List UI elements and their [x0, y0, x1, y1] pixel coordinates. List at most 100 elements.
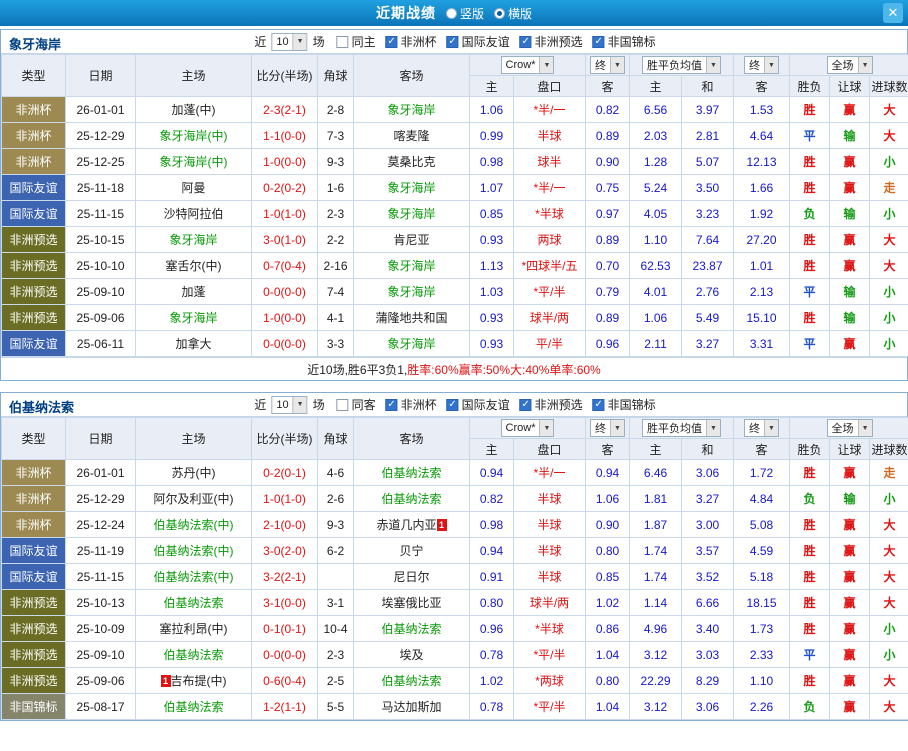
team-name[interactable]: 象牙海岸: [169, 233, 217, 247]
avg-win: 1.87: [629, 511, 683, 538]
result-wdl: 平: [789, 330, 831, 357]
team-name[interactable]: 蒲隆地共和国: [375, 311, 447, 325]
result-wdl: 胜: [789, 667, 831, 694]
match-date: 25-12-29: [65, 485, 136, 512]
match-count-select[interactable]: 10 ▼: [271, 32, 308, 51]
result-goals: 大: [869, 226, 908, 253]
team-name[interactable]: 赤道几内亚: [376, 518, 436, 532]
wdl-avg-select[interactable]: 胜平负均值 ▼: [642, 419, 722, 437]
competition-type: 国际友谊: [1, 563, 66, 590]
away-team-cell: 伯基纳法索: [353, 615, 470, 642]
competition-filter-3[interactable]: ✓ 非国锦标: [592, 33, 656, 50]
result-wdl: 平: [789, 278, 831, 305]
competition-filter-2[interactable]: ✓ 非洲预选: [519, 33, 583, 50]
team-name[interactable]: 尼日尔: [393, 570, 429, 584]
checkbox-icon[interactable]: ✓: [446, 398, 459, 411]
checkbox-icon[interactable]: ✓: [519, 35, 532, 48]
team-name[interactable]: 埃塞俄比亚: [381, 596, 441, 610]
competition-filter-1[interactable]: ✓ 国际友谊: [446, 33, 510, 50]
team-name[interactable]: 象牙海岸(中): [160, 129, 228, 143]
same-venue-filter[interactable]: 同主: [336, 33, 376, 50]
team-name[interactable]: 伯基纳法索(中): [154, 570, 234, 584]
team-name[interactable]: 阿曼: [181, 181, 205, 195]
layout-option-vertical[interactable]: 竖版: [445, 5, 484, 22]
radio-icon[interactable]: [494, 7, 505, 19]
team-name[interactable]: 马达加斯加: [381, 700, 441, 714]
team-name[interactable]: 加拿大: [175, 337, 211, 351]
checkbox-icon[interactable]: [336, 35, 349, 48]
avg-win: 1.28: [629, 148, 683, 175]
avg-lose: 2.26: [733, 693, 791, 720]
team-name[interactable]: 象牙海岸: [387, 337, 435, 351]
team-name[interactable]: 象牙海岸: [387, 207, 435, 221]
scope-select[interactable]: 全场 ▼: [826, 56, 873, 74]
team-name[interactable]: 肯尼亚: [393, 233, 429, 247]
match-date: 25-11-15: [65, 563, 136, 590]
odds-source-select[interactable]: Crow* ▼: [500, 419, 555, 437]
team-name[interactable]: 伯基纳法索: [381, 622, 441, 636]
team-name[interactable]: 塞舌尔(中): [166, 259, 222, 273]
avg-draw: 3.97: [681, 96, 735, 123]
checkbox-icon[interactable]: ✓: [519, 398, 532, 411]
subcol-0: 主: [469, 75, 514, 97]
team-name[interactable]: 象牙海岸: [387, 103, 435, 117]
dropdown-icon: ▼: [610, 57, 625, 73]
wdl-avg-select[interactable]: 胜平负均值 ▼: [642, 56, 722, 74]
team-name[interactable]: 莫桑比克: [387, 155, 435, 169]
competition-filter-0[interactable]: ✓ 非洲杯: [385, 33, 437, 50]
checkbox-icon[interactable]: ✓: [385, 35, 398, 48]
checkbox-icon[interactable]: ✓: [385, 398, 398, 411]
team-name[interactable]: 伯基纳法索: [381, 674, 441, 688]
competition-filter-1[interactable]: ✓ 国际友谊: [446, 396, 510, 413]
wdl-stage-select[interactable]: 终 ▼: [744, 419, 780, 437]
team-name[interactable]: 喀麦隆: [393, 129, 429, 143]
home-team-cell: 伯基纳法索(中): [135, 511, 252, 538]
team-name[interactable]: 象牙海岸: [169, 311, 217, 325]
checkbox-icon[interactable]: ✓: [592, 398, 605, 411]
team-name[interactable]: 埃及: [399, 648, 423, 662]
team-name[interactable]: 象牙海岸(中): [160, 155, 228, 169]
scope-select[interactable]: 全场 ▼: [826, 419, 873, 437]
team-name[interactable]: 伯基纳法索: [163, 648, 223, 662]
team-name[interactable]: 加蓬: [181, 285, 205, 299]
competition-filter-3[interactable]: ✓ 非国锦标: [592, 396, 656, 413]
result-goals: 大: [869, 537, 908, 564]
match-count-select-value: 10: [276, 35, 289, 48]
match-count-select[interactable]: 10 ▼: [271, 395, 308, 414]
checkbox-icon[interactable]: [336, 398, 349, 411]
team-name[interactable]: 伯基纳法索: [163, 596, 223, 610]
competition-filter-2[interactable]: ✓ 非洲预选: [519, 396, 583, 413]
team-name[interactable]: 苏丹(中): [172, 466, 216, 480]
team-name[interactable]: 象牙海岸: [387, 181, 435, 195]
odds-stage-select[interactable]: 终 ▼: [590, 419, 626, 437]
avg-draw: 8.29: [681, 667, 735, 694]
team-name[interactable]: 伯基纳法索(中): [154, 544, 234, 558]
radio-icon[interactable]: [445, 7, 457, 19]
team-name[interactable]: 伯基纳法索(中): [154, 518, 234, 532]
team-name[interactable]: 象牙海岸: [387, 259, 435, 273]
competition-filter-0[interactable]: ✓ 非洲杯: [385, 396, 437, 413]
match-row: 非洲杯 26-01-01 加蓬(中) 2-3(2-1) 2-8 象牙海岸 1.06 *半/一 0…: [1, 96, 908, 123]
team-name[interactable]: 加蓬(中): [172, 103, 216, 117]
wdl-stage-select[interactable]: 终 ▼: [744, 56, 780, 74]
home-odds: 0.94: [469, 537, 514, 564]
checkbox-icon[interactable]: ✓: [592, 35, 605, 48]
team-name[interactable]: 沙特阿拉伯: [163, 207, 223, 221]
avg-draw: 3.40: [681, 615, 735, 642]
team-name[interactable]: 吉布提(中): [171, 674, 227, 688]
away-odds: 1.02: [585, 589, 631, 616]
team-name[interactable]: 贝宁: [399, 544, 423, 558]
team-name[interactable]: 象牙海岸: [387, 285, 435, 299]
team-name[interactable]: 伯基纳法索: [163, 700, 223, 714]
odds-stage-select[interactable]: 终 ▼: [590, 56, 626, 74]
layout-option-horizontal[interactable]: 横版: [494, 5, 532, 22]
checkbox-icon[interactable]: ✓: [446, 35, 459, 48]
team-name[interactable]: 塞拉利昂(中): [160, 622, 228, 636]
team-name[interactable]: 伯基纳法索: [381, 466, 441, 480]
result-handicap: 赢: [829, 96, 871, 123]
team-name[interactable]: 阿尔及利亚(中): [154, 492, 234, 506]
team-name[interactable]: 伯基纳法索: [381, 492, 441, 506]
close-button[interactable]: ✕: [883, 3, 903, 23]
odds-source-select[interactable]: Crow* ▼: [500, 56, 555, 74]
same-venue-filter[interactable]: 同客: [336, 396, 376, 413]
